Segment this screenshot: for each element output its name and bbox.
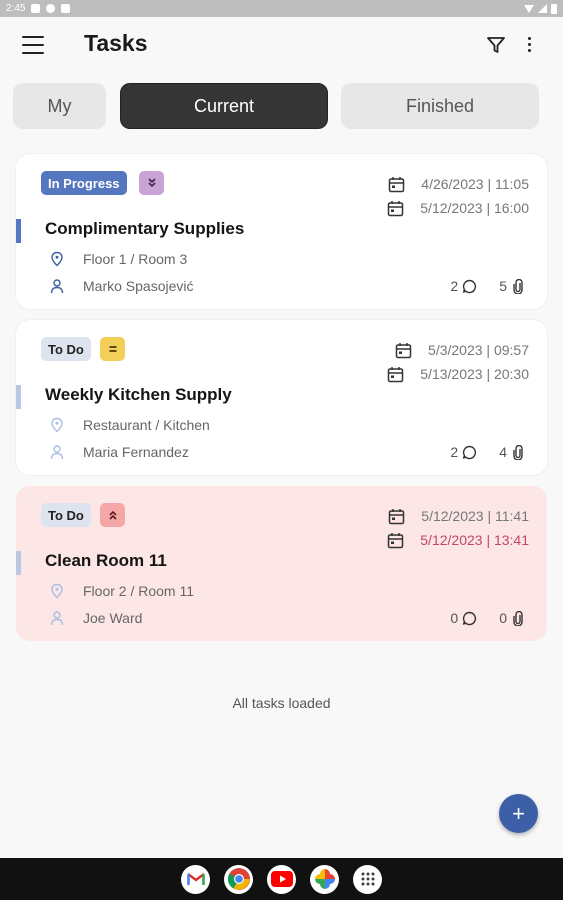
status-badge: In Progress: [41, 171, 127, 195]
task-counts: 0 0: [450, 610, 525, 626]
task-dates: 5/12/2023 | 11:41 5/12/2023 | 13:41: [359, 504, 529, 552]
battery-icon: [551, 3, 557, 14]
calendar-icon: [389, 508, 405, 524]
card-accent-bar: [16, 219, 21, 243]
location-pin-icon: [51, 417, 63, 433]
task-title: Complimentary Supplies: [45, 219, 245, 238]
due-date: 5/13/2023 | 20:30: [420, 366, 529, 382]
attachment-count: 0: [499, 610, 507, 626]
calendar-icon: [395, 342, 412, 358]
signal-icon: [538, 4, 547, 13]
chrome-icon[interactable]: [224, 864, 253, 894]
attachment-count: 5: [499, 278, 507, 294]
calendar-icon: [388, 366, 404, 382]
location-pin-icon: [51, 583, 63, 599]
comment-icon: [463, 279, 477, 293]
app-drawer-icon[interactable]: [353, 864, 382, 894]
task-location: Restaurant / Kitchen: [83, 417, 210, 433]
more-options-icon[interactable]: [522, 37, 536, 55]
start-date: 5/12/2023 | 11:41: [421, 508, 529, 524]
tab-my[interactable]: My: [13, 83, 106, 129]
paperclip-icon: [513, 610, 523, 626]
comment-count: 2: [450, 444, 459, 460]
photos-icon[interactable]: [310, 864, 339, 894]
due-date: 5/12/2023 | 16:00: [420, 200, 529, 216]
task-counts: 2 5: [450, 278, 525, 294]
comment-icon: [463, 611, 477, 625]
sim-icon: [61, 4, 71, 13]
task-title: Clean Room 11: [45, 551, 167, 570]
comment-count: 0: [450, 610, 459, 626]
comment-count: 2: [450, 278, 459, 294]
task-card[interactable]: To Do 5/12/2023 | 11:41 5/12/2023 | 13:4…: [16, 486, 547, 641]
location-pin-icon: [51, 251, 63, 267]
task-card[interactable]: In Progress 4/26/2023 | 11:05 5/12/2023 …: [16, 154, 547, 309]
start-date: 4/26/2023 | 11:05: [421, 176, 529, 192]
calendar-icon: [388, 200, 404, 216]
card-accent-bar: [16, 385, 21, 409]
filter-icon[interactable]: [486, 35, 506, 55]
due-date: 5/12/2023 | 13:41: [420, 532, 529, 548]
equals-icon: [109, 346, 116, 352]
sync-icon: [46, 4, 56, 13]
notification-icon: [31, 4, 41, 13]
start-date: 5/3/2023 | 09:57: [428, 342, 529, 358]
gmail-icon[interactable]: [181, 864, 210, 894]
page-title: Tasks: [84, 30, 148, 56]
task-dates: 4/26/2023 | 11:05 5/12/2023 | 16:00: [359, 172, 529, 220]
attachment-count: 4: [499, 444, 507, 460]
all-tasks-loaded-text: All tasks loaded: [232, 695, 331, 711]
paperclip-icon: [513, 278, 523, 294]
status-bar: 2:45: [0, 0, 563, 17]
task-assignee: Marko Spasojević: [83, 278, 194, 294]
status-badge: To Do: [41, 503, 91, 527]
chevrons-down-icon: [147, 178, 156, 188]
calendar-icon: [388, 532, 404, 548]
paperclip-icon: [513, 444, 523, 460]
task-counts: 2 4: [450, 444, 525, 460]
priority-badge: [139, 171, 164, 195]
task-location: Floor 2 / Room 11: [83, 583, 195, 599]
task-location: Floor 1 / Room 3: [83, 251, 188, 267]
person-icon: [50, 445, 64, 460]
app-bar: Tasks: [0, 17, 563, 75]
task-dates: 5/3/2023 | 09:57 5/13/2023 | 20:30: [359, 338, 529, 386]
priority-badge: [100, 503, 125, 527]
comment-icon: [463, 445, 477, 459]
calendar-icon: [389, 176, 405, 192]
menu-icon[interactable]: [22, 36, 44, 54]
task-card[interactable]: To Do 5/3/2023 | 09:57 5/13/2023 | 20:30…: [16, 320, 547, 475]
task-assignee: Joe Ward: [83, 610, 143, 626]
person-icon: [50, 611, 64, 626]
status-badge: To Do: [41, 337, 91, 361]
card-accent-bar: [16, 551, 21, 575]
task-filter-tabs: My Current Finished: [13, 83, 539, 131]
wifi-icon: [524, 4, 534, 13]
priority-badge: [100, 337, 125, 361]
youtube-icon[interactable]: [267, 864, 296, 894]
chevrons-up-icon: [108, 510, 117, 520]
system-taskbar: [0, 858, 563, 900]
add-task-button[interactable]: +: [499, 794, 538, 833]
person-icon: [50, 279, 64, 294]
tab-current[interactable]: Current: [120, 83, 328, 129]
task-assignee: Maria Fernandez: [83, 444, 189, 460]
task-title: Weekly Kitchen Supply: [45, 385, 232, 404]
tab-finished[interactable]: Finished: [341, 83, 539, 129]
status-time: 2:45: [6, 3, 26, 14]
